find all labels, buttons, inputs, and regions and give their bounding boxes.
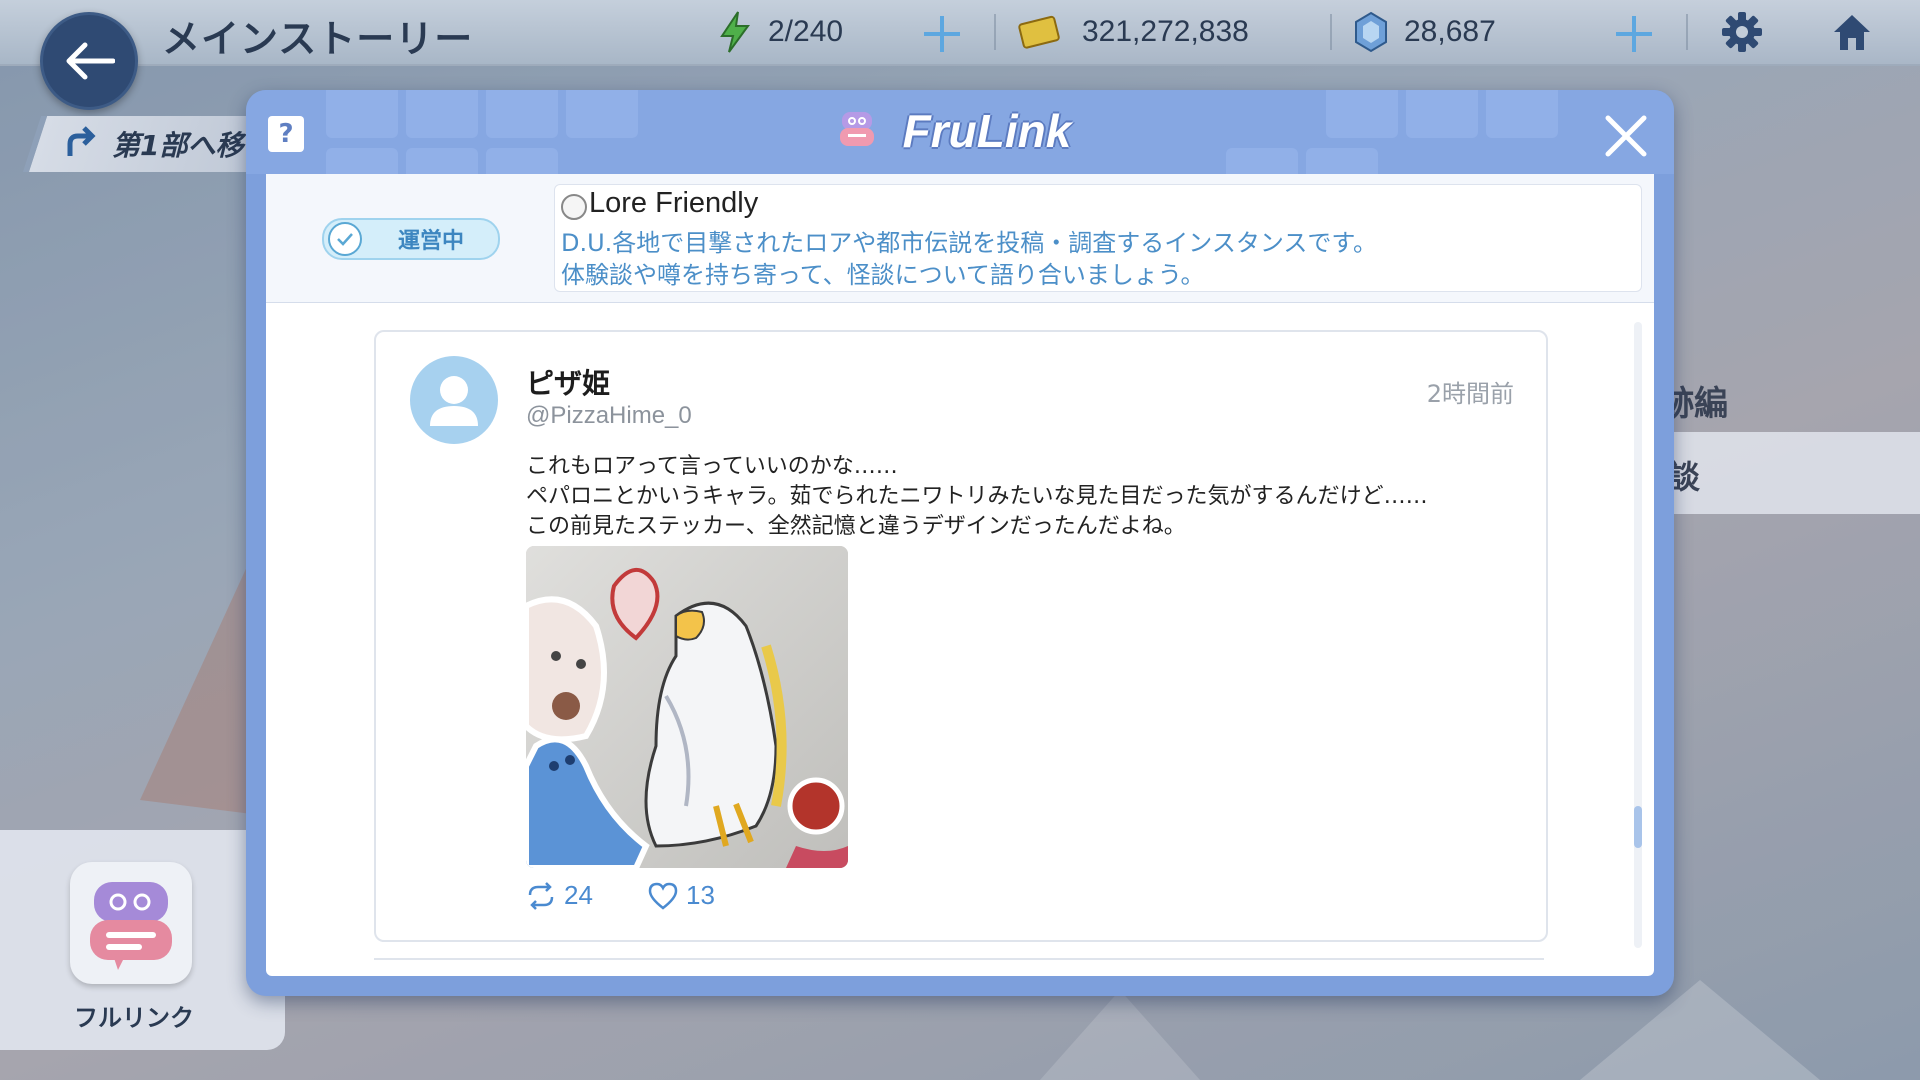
gear-icon[interactable] (1720, 10, 1764, 54)
modal-header: ? FruLink (246, 90, 1674, 174)
frulink-app-button[interactable] (70, 862, 192, 984)
lightning-icon (720, 11, 750, 53)
modal-body: 運営中 Lore Friendly D.U.各地で目撃されたロアや都市伝説を投稿… (266, 174, 1654, 976)
feed-scrollbar[interactable] (1634, 322, 1642, 948)
repost-button[interactable]: 24 (526, 880, 593, 911)
pyroxene-value: 28,687 (1404, 15, 1496, 48)
pyroxene-icon (1355, 11, 1387, 53)
post-text-line: ペパロニとかいうキャラ。茹でられたニワトリみたいな見た目だった気がするんだけど…… (526, 484, 1428, 509)
modal-title: FruLink (902, 105, 1072, 157)
frulink-icon (90, 882, 172, 970)
credits-value: 321,272,838 (1082, 15, 1249, 48)
arrow-left-icon (66, 42, 115, 80)
frulink-modal: ? FruLink 運営中 Lore Friendly D.U.各地で目撃された… (246, 90, 1674, 996)
repost-count: 24 (564, 880, 593, 910)
home-icon[interactable] (1830, 10, 1874, 54)
stamina-plus-button[interactable] (922, 14, 962, 54)
post-text-line: これもロアって言っていいのかな…… (526, 454, 898, 479)
post-handle: @PizzaHime_0 (526, 402, 692, 429)
divider (1686, 14, 1688, 50)
description-line: D.U.各地で目撃されたロアや都市伝説を投稿・調査するインスタンスです。 (561, 229, 1377, 257)
post-author: ピザ姫 (526, 367, 611, 400)
pyroxene-display: 28,687 (1354, 11, 1496, 53)
pyroxene-plus-button[interactable] (1614, 14, 1654, 54)
credit-card-icon (1018, 15, 1060, 49)
divider (994, 14, 996, 50)
check-icon (328, 222, 362, 256)
redirect-arrow-icon (67, 126, 96, 156)
post-card[interactable]: ピザ姫 @PizzaHime_0 2時間前 これもロアって言っていいのかな…… … (374, 330, 1548, 942)
post-time: 2時間前 (1426, 380, 1514, 408)
divider (1330, 14, 1332, 50)
like-button[interactable]: 13 (648, 880, 715, 911)
sticker-illustration (526, 546, 848, 868)
scroll-thumb[interactable] (1634, 806, 1642, 848)
stamina-value: 2/240 (768, 15, 844, 48)
close-icon[interactable] (1602, 112, 1650, 160)
repost-icon (528, 881, 554, 910)
description-line: 体験談や噂を持ち寄って、怪談について語り合いましょう。 (561, 261, 1205, 289)
avatar[interactable] (410, 356, 498, 444)
back-button[interactable] (40, 12, 138, 110)
credits-display: 321,272,838 (1018, 12, 1249, 52)
instance-name: Lore Friendly (589, 187, 759, 219)
stamina-display: 2/240 (718, 11, 844, 53)
post-image[interactable] (526, 546, 848, 868)
heart-icon (648, 882, 678, 910)
status-badge: 運営中 (322, 218, 500, 260)
instance-info: 運営中 Lore Friendly D.U.各地で目撃されたロアや都市伝説を投稿… (266, 174, 1654, 303)
next-post-card (374, 958, 1544, 976)
like-count: 13 (686, 880, 715, 910)
frulink-label: フルリンク (74, 1004, 194, 1032)
user-icon (430, 376, 478, 426)
chat-bubble-icon (561, 194, 587, 220)
instance-description-card: Lore Friendly D.U.各地で目撃されたロアや都市伝説を投稿・調査す… (554, 184, 1642, 292)
part-one-label: 第1部へ移 (112, 129, 244, 162)
post-text-line: この前見たステッカー、全然記憶と違うデザインだったんだよね。 (526, 514, 1186, 539)
status-text: 運営中 (398, 229, 465, 254)
screen-title: メインストーリー (162, 17, 474, 61)
